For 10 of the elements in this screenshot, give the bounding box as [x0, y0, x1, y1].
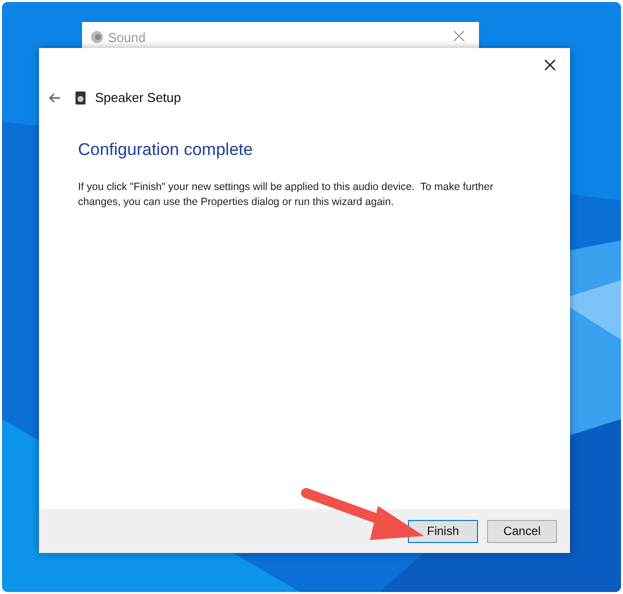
speaker-icon [75, 90, 86, 105]
heading: Configuration complete [78, 138, 253, 160]
description-text: If you click "Finish" your new settings will be applied to this audio device. To make further changes, you can use the Properties dialog or run this wizard again. [78, 180, 494, 210]
window-title: Sound [108, 29, 146, 47]
finish-button[interactable]: Finish [408, 520, 478, 542]
speaker-icon [90, 30, 104, 44]
back-arrow-icon[interactable] [49, 92, 61, 103]
cancel-button[interactable]: Cancel [487, 520, 557, 542]
wizard-title: Speaker Setup [95, 89, 182, 107]
close-icon[interactable] [544, 59, 556, 71]
